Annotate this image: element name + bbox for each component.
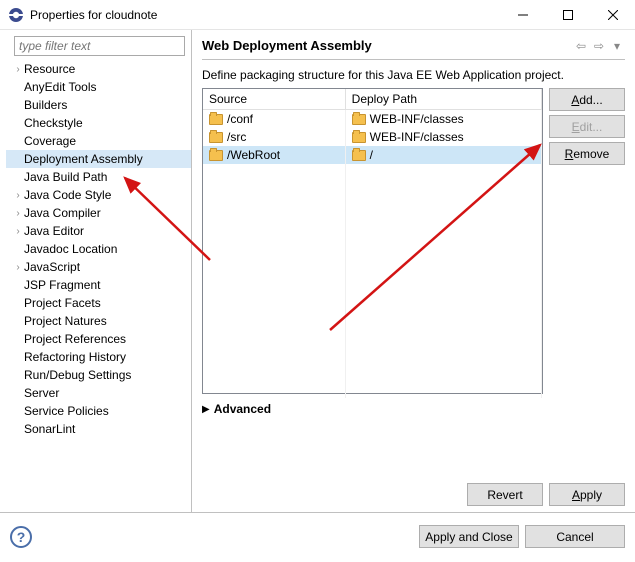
titlebar: Properties for cloudnote	[0, 0, 635, 30]
maximize-button[interactable]	[545, 0, 590, 29]
edit-button: Edit...	[549, 115, 625, 138]
category-tree[interactable]: ›ResourceAnyEdit ToolsBuildersCheckstyle…	[6, 60, 191, 512]
apply-close-button[interactable]: Apply and Close	[419, 525, 519, 548]
folder-icon	[352, 114, 366, 125]
tree-item[interactable]: ›Java Compiler	[6, 204, 191, 222]
menu-icon[interactable]: ▾	[609, 39, 625, 53]
remove-button[interactable]: Remove	[549, 142, 625, 165]
revert-button[interactable]: Revert	[467, 483, 543, 506]
folder-icon	[209, 132, 223, 143]
folder-icon	[352, 150, 366, 161]
tree-item[interactable]: SonarLint	[6, 420, 191, 438]
table-row[interactable]: /confWEB-INF/classes	[203, 110, 542, 128]
col-deploy[interactable]: Deploy Path	[345, 89, 541, 110]
table-row[interactable]: /WebRoot/	[203, 146, 542, 164]
tree-item[interactable]: AnyEdit Tools	[6, 78, 191, 96]
table-row[interactable]: /srcWEB-INF/classes	[203, 128, 542, 146]
apply-button[interactable]: Apply	[549, 483, 625, 506]
add-button[interactable]: Add...	[549, 88, 625, 111]
folder-icon	[209, 114, 223, 125]
back-icon[interactable]: ⇦	[573, 39, 589, 53]
tree-item[interactable]: Checkstyle	[6, 114, 191, 132]
assembly-table[interactable]: Source Deploy Path /confWEB-INF/classes/…	[202, 88, 543, 394]
category-tree-pane: ›ResourceAnyEdit ToolsBuildersCheckstyle…	[0, 30, 192, 512]
page-title: Web Deployment Assembly	[202, 38, 573, 53]
app-icon	[8, 7, 24, 23]
help-icon[interactable]: ?	[10, 526, 32, 548]
tree-item[interactable]: ›Java Editor	[6, 222, 191, 240]
details-pane: Web Deployment Assembly ⇦ ⇨ ▾ Define pac…	[192, 30, 635, 512]
dialog-footer: ? Apply and Close Cancel	[0, 512, 635, 560]
cancel-button[interactable]: Cancel	[525, 525, 625, 548]
tree-item[interactable]: ›Java Code Style	[6, 186, 191, 204]
window-title: Properties for cloudnote	[30, 8, 500, 22]
filter-input[interactable]	[14, 36, 185, 56]
tree-item[interactable]: Project Natures	[6, 312, 191, 330]
col-source[interactable]: Source	[203, 89, 345, 110]
page-nav-icons: ⇦ ⇨ ▾	[573, 39, 625, 53]
tree-item[interactable]: Builders	[6, 96, 191, 114]
forward-icon[interactable]: ⇨	[591, 39, 607, 53]
tree-item[interactable]: Project References	[6, 330, 191, 348]
tree-item[interactable]: JSP Fragment	[6, 276, 191, 294]
folder-icon	[352, 132, 366, 143]
tree-item[interactable]: Server	[6, 384, 191, 402]
folder-icon	[209, 150, 223, 161]
tree-item[interactable]: Deployment Assembly	[6, 150, 191, 168]
tree-item[interactable]: ›JavaScript	[6, 258, 191, 276]
tree-item[interactable]: Service Policies	[6, 402, 191, 420]
tree-item[interactable]: Coverage	[6, 132, 191, 150]
close-button[interactable]	[590, 0, 635, 29]
minimize-button[interactable]	[500, 0, 545, 29]
page-description: Define packaging structure for this Java…	[202, 68, 625, 82]
tree-item[interactable]: Run/Debug Settings	[6, 366, 191, 384]
tree-item[interactable]: Java Build Path	[6, 168, 191, 186]
tree-item[interactable]: Project Facets	[6, 294, 191, 312]
tree-item[interactable]: ›Resource	[6, 60, 191, 78]
advanced-section[interactable]: ▶ Advanced	[202, 402, 625, 416]
expand-icon: ▶	[202, 404, 210, 415]
tree-item[interactable]: Javadoc Location	[6, 240, 191, 258]
tree-item[interactable]: Refactoring History	[6, 348, 191, 366]
